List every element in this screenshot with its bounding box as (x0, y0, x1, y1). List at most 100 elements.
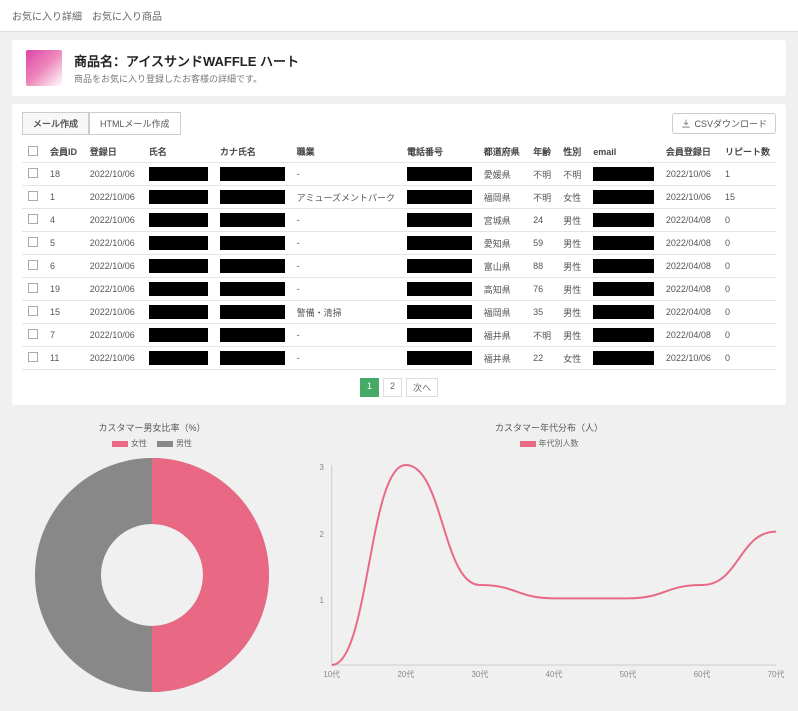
cell-name-redacted (149, 236, 208, 250)
cell-rep: 0 (719, 209, 776, 232)
col-header: 会員登録日 (660, 141, 719, 163)
page-next[interactable]: 次へ (406, 378, 438, 397)
product-thumbnail (26, 50, 62, 86)
col-header (22, 141, 44, 163)
cell-sex: 男性 (557, 232, 587, 255)
donut-chart (32, 455, 272, 695)
col-header: 電話番号 (401, 141, 478, 163)
cell-mail-redacted (593, 167, 654, 181)
cell-date: 2022/10/06 (84, 324, 143, 347)
cell-id: 6 (44, 255, 84, 278)
main-panel: メール作成 HTMLメール作成 CSVダウンロード 会員ID登録日氏名カナ氏名職… (12, 104, 786, 405)
cell-job: - (291, 209, 401, 232)
cell-tel-redacted (407, 328, 472, 342)
row-checkbox[interactable] (28, 352, 38, 362)
cell-rep: 0 (719, 232, 776, 255)
cell-kana-redacted (220, 236, 285, 250)
cell-tel-redacted (407, 282, 472, 296)
col-header: 登録日 (84, 141, 143, 163)
svg-text:1: 1 (319, 596, 324, 605)
cell-age: 24 (527, 209, 557, 232)
page-1[interactable]: 1 (360, 378, 379, 397)
cell-rep: 0 (719, 301, 776, 324)
row-checkbox[interactable] (28, 168, 38, 178)
row-checkbox[interactable] (28, 191, 38, 201)
cell-age: 76 (527, 278, 557, 301)
cell-name-redacted (149, 213, 208, 227)
cell-date: 2022/10/06 (84, 278, 143, 301)
cell-job: - (291, 278, 401, 301)
cell-name-redacted (149, 167, 208, 181)
col-header: リピート数 (719, 141, 776, 163)
download-icon (681, 119, 691, 129)
cell-id: 19 (44, 278, 84, 301)
cell-age: 22 (527, 347, 557, 370)
tabs: メール作成 HTMLメール作成 (22, 112, 181, 135)
cell-sex: 男性 (557, 301, 587, 324)
cell-rep: 0 (719, 255, 776, 278)
table-row: 152022/10/06警備・清掃福岡県35男性2022/04/080 (22, 301, 776, 324)
table-row: 52022/10/06-愛知県59男性2022/04/080 (22, 232, 776, 255)
cell-date: 2022/10/06 (84, 232, 143, 255)
cell-name-redacted (149, 259, 208, 273)
cell-pref: 福井県 (478, 347, 527, 370)
cell-reg: 2022/04/08 (660, 209, 719, 232)
cell-sex: 男性 (557, 278, 587, 301)
row-checkbox[interactable] (28, 283, 38, 293)
col-header: 都道府県 (478, 141, 527, 163)
tab-mail[interactable]: メール作成 (22, 112, 89, 135)
cell-age: 59 (527, 232, 557, 255)
col-header: 会員ID (44, 141, 84, 163)
row-checkbox[interactable] (28, 214, 38, 224)
cell-name-redacted (149, 351, 208, 365)
cell-rep: 1 (719, 163, 776, 186)
cell-rep: 0 (719, 278, 776, 301)
donut-title: カスタマー男女比率（%） (12, 421, 292, 434)
cell-kana-redacted (220, 282, 285, 296)
x-axis-label: 60代 (694, 669, 711, 679)
cell-sex: 男性 (557, 255, 587, 278)
page-title: お気に入り詳細 (12, 8, 82, 23)
col-header: カナ氏名 (214, 141, 291, 163)
cell-job: - (291, 255, 401, 278)
cell-sex: 女性 (557, 347, 587, 370)
cell-pref: 宮城県 (478, 209, 527, 232)
cell-job: アミューズメントパーク (291, 186, 401, 209)
line-title: カスタマー年代分布（人） (312, 421, 786, 434)
cell-date: 2022/10/06 (84, 186, 143, 209)
line-chart: 3 2 1 10代20代30代40代50代60代70代 (312, 455, 786, 685)
col-header: 性別 (557, 141, 587, 163)
page-2[interactable]: 2 (383, 378, 402, 397)
svg-text:3: 3 (319, 463, 324, 472)
cell-id: 15 (44, 301, 84, 324)
row-checkbox[interactable] (28, 260, 38, 270)
csv-download-button[interactable]: CSVダウンロード (672, 113, 776, 134)
cell-mail-redacted (593, 236, 654, 250)
checkbox-all[interactable] (28, 146, 38, 156)
cell-job: - (291, 232, 401, 255)
cell-mail-redacted (593, 328, 654, 342)
cell-age: 35 (527, 301, 557, 324)
row-checkbox[interactable] (28, 306, 38, 316)
cell-age: 不明 (527, 163, 557, 186)
tab-html-mail[interactable]: HTMLメール作成 (89, 112, 181, 135)
cell-mail-redacted (593, 259, 654, 273)
cell-name-redacted (149, 282, 208, 296)
cell-date: 2022/10/06 (84, 209, 143, 232)
cell-age: 不明 (527, 324, 557, 347)
cell-id: 18 (44, 163, 84, 186)
cell-sex: 男性 (557, 324, 587, 347)
cell-id: 11 (44, 347, 84, 370)
table-row: 112022/10/06-福井県22女性2022/10/060 (22, 347, 776, 370)
cell-reg: 2022/04/08 (660, 255, 719, 278)
cell-mail-redacted (593, 282, 654, 296)
page-sub: お気に入り商品 (92, 8, 162, 23)
cell-kana-redacted (220, 259, 285, 273)
x-axis-label: 20代 (397, 669, 414, 679)
cell-id: 7 (44, 324, 84, 347)
row-checkbox[interactable] (28, 237, 38, 247)
cell-job: - (291, 163, 401, 186)
cell-age: 不明 (527, 186, 557, 209)
cell-job: - (291, 324, 401, 347)
row-checkbox[interactable] (28, 329, 38, 339)
